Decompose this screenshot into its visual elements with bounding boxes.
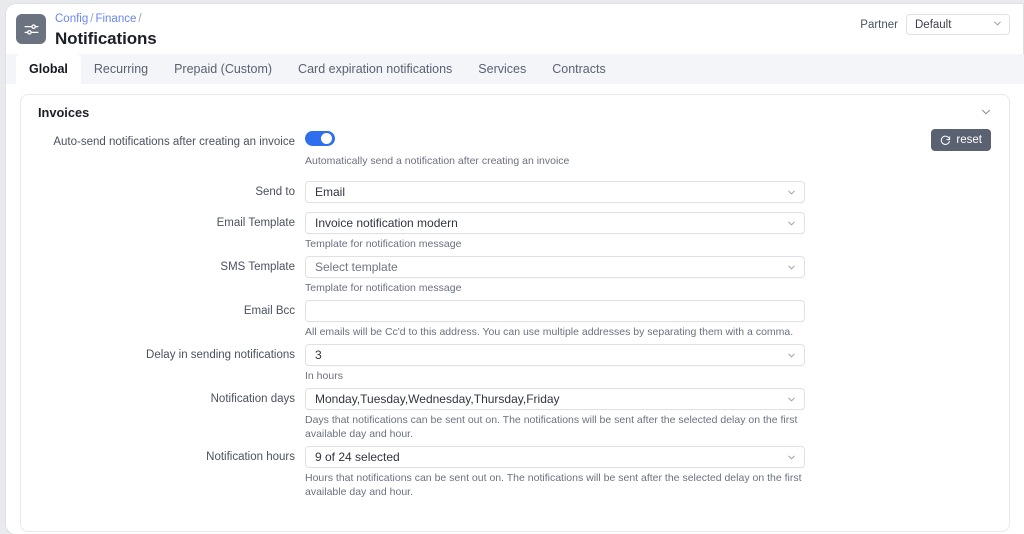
chevron-down-icon[interactable] bbox=[979, 105, 993, 119]
app-window: Config / Finance / Notifications Partner De… bbox=[6, 4, 1024, 534]
email-bcc-field: All emails will be Cc'd to this address.… bbox=[305, 300, 829, 339]
panel-title: Invoices bbox=[38, 104, 90, 120]
row-email-bcc: Email Bcc All emails will be Cc'd to thi… bbox=[21, 300, 1009, 339]
breadcrumb-separator: / bbox=[90, 13, 94, 25]
row-delay: Delay in sending notifications 3 In hour… bbox=[21, 344, 1009, 383]
autosend-field: Automatically send a notification after … bbox=[305, 131, 829, 167]
autosend-label: Auto-send notifications after creating a… bbox=[53, 136, 295, 148]
reset-button-label: reset bbox=[956, 134, 982, 146]
send-to-select[interactable]: Email bbox=[305, 181, 805, 203]
tab-recurring[interactable]: Recurring bbox=[81, 54, 161, 84]
chevron-down-icon bbox=[786, 394, 797, 405]
send-to-field: Email bbox=[305, 181, 829, 203]
row-notification-days: Notification days Monday,Tuesday,Wednesd… bbox=[21, 388, 1009, 441]
email-template-help: Template for notification message bbox=[305, 238, 462, 250]
send-to-label: Send to bbox=[255, 186, 295, 198]
invoices-form: reset Auto-send notifications after crea… bbox=[21, 129, 1009, 499]
notification-days-label: Notification days bbox=[210, 393, 295, 405]
content-area: Invoices reset Auto-send notifications a… bbox=[6, 84, 1024, 534]
page-title: Notifications bbox=[55, 29, 157, 48]
email-template-value: Invoice notification modern bbox=[315, 216, 458, 230]
partner-label: Partner bbox=[860, 18, 898, 31]
breadcrumb-separator-2: / bbox=[138, 13, 142, 25]
tab-contracts[interactable]: Contracts bbox=[539, 54, 619, 84]
partner-dropdown[interactable]: Default bbox=[906, 14, 1010, 35]
chevron-down-icon bbox=[992, 18, 1003, 32]
send-to-value: Email bbox=[315, 185, 346, 199]
email-template-label: Email Template bbox=[216, 217, 295, 229]
row-email-template: Email Template Invoice notification mode… bbox=[21, 212, 1009, 251]
row-notification-hours: Notification hours 9 of 24 selected Hour… bbox=[21, 446, 1009, 499]
tab-bar: Global Recurring Prepaid (Custom) Card e… bbox=[6, 54, 1024, 84]
partner-value: Default bbox=[915, 18, 952, 31]
toggle-knob bbox=[321, 133, 332, 144]
email-template-select[interactable]: Invoice notification modern bbox=[305, 212, 805, 234]
reset-button[interactable]: reset bbox=[931, 129, 991, 151]
row-sms-template: SMS Template Select template Template fo… bbox=[21, 256, 1009, 295]
delay-help: In hours bbox=[305, 370, 343, 382]
breadcrumb-link-config[interactable]: Config bbox=[55, 13, 88, 25]
delay-field: 3 In hours bbox=[305, 344, 829, 383]
partner-selector: Partner Default bbox=[860, 14, 1010, 35]
panel-header[interactable]: Invoices bbox=[21, 95, 1009, 129]
header-titles: Config / Finance / Notifications bbox=[55, 11, 157, 49]
sliders-icon bbox=[16, 14, 46, 44]
sms-template-label: SMS Template bbox=[220, 261, 295, 273]
autosend-toggle[interactable] bbox=[305, 131, 335, 146]
sms-template-help: Template for notification message bbox=[305, 282, 462, 294]
delay-value: 3 bbox=[315, 348, 322, 362]
breadcrumb: Config / Finance / bbox=[55, 11, 157, 26]
notification-hours-select[interactable]: 9 of 24 selected bbox=[305, 446, 805, 468]
tab-card-expiration-notifications[interactable]: Card expiration notifications bbox=[285, 54, 465, 84]
notification-days-select[interactable]: Monday,Tuesday,Wednesday,Thursday,Friday bbox=[305, 388, 805, 410]
notification-days-value: Monday,Tuesday,Wednesday,Thursday,Friday bbox=[315, 392, 560, 406]
chevron-down-icon bbox=[786, 452, 797, 463]
chevron-down-icon bbox=[786, 218, 797, 229]
page-header: Config / Finance / Notifications Partner De… bbox=[6, 4, 1024, 54]
tab-prepaid-custom[interactable]: Prepaid (Custom) bbox=[161, 54, 285, 84]
notification-hours-label: Notification hours bbox=[206, 451, 295, 463]
refresh-icon bbox=[940, 135, 951, 146]
tab-global[interactable]: Global bbox=[16, 54, 81, 84]
row-send-to: Send to Email bbox=[21, 181, 1009, 203]
breadcrumb-link-finance[interactable]: Finance bbox=[95, 13, 136, 25]
delay-select[interactable]: 3 bbox=[305, 344, 805, 366]
email-template-field: Invoice notification modern Template for… bbox=[305, 212, 829, 251]
sms-template-field: Select template Template for notificatio… bbox=[305, 256, 829, 295]
email-bcc-input-wrap[interactable] bbox=[305, 300, 805, 322]
notification-hours-help: Hours that notifications can be sent out… bbox=[305, 472, 802, 498]
email-bcc-label: Email Bcc bbox=[243, 305, 295, 317]
delay-label: Delay in sending notifications bbox=[146, 349, 295, 361]
sms-template-value: Select template bbox=[315, 260, 398, 274]
email-bcc-help: All emails will be Cc'd to this address.… bbox=[305, 326, 794, 338]
invoices-panel: Invoices reset Auto-send notifications a… bbox=[20, 94, 1010, 532]
tab-services[interactable]: Services bbox=[465, 54, 539, 84]
chevron-down-icon bbox=[786, 350, 797, 361]
notification-hours-field: 9 of 24 selected Hours that notification… bbox=[305, 446, 829, 499]
notification-days-help: Days that notifications can be sent out … bbox=[305, 414, 798, 440]
row-autosend: Auto-send notifications after creating a… bbox=[21, 131, 1009, 167]
notification-days-field: Monday,Tuesday,Wednesday,Thursday,Friday… bbox=[305, 388, 829, 441]
chevron-down-icon bbox=[786, 187, 797, 198]
chevron-down-icon bbox=[786, 262, 797, 273]
autosend-help: Automatically send a notification after … bbox=[305, 155, 570, 167]
sms-template-select[interactable]: Select template bbox=[305, 256, 805, 278]
notification-hours-value: 9 of 24 selected bbox=[315, 450, 400, 464]
